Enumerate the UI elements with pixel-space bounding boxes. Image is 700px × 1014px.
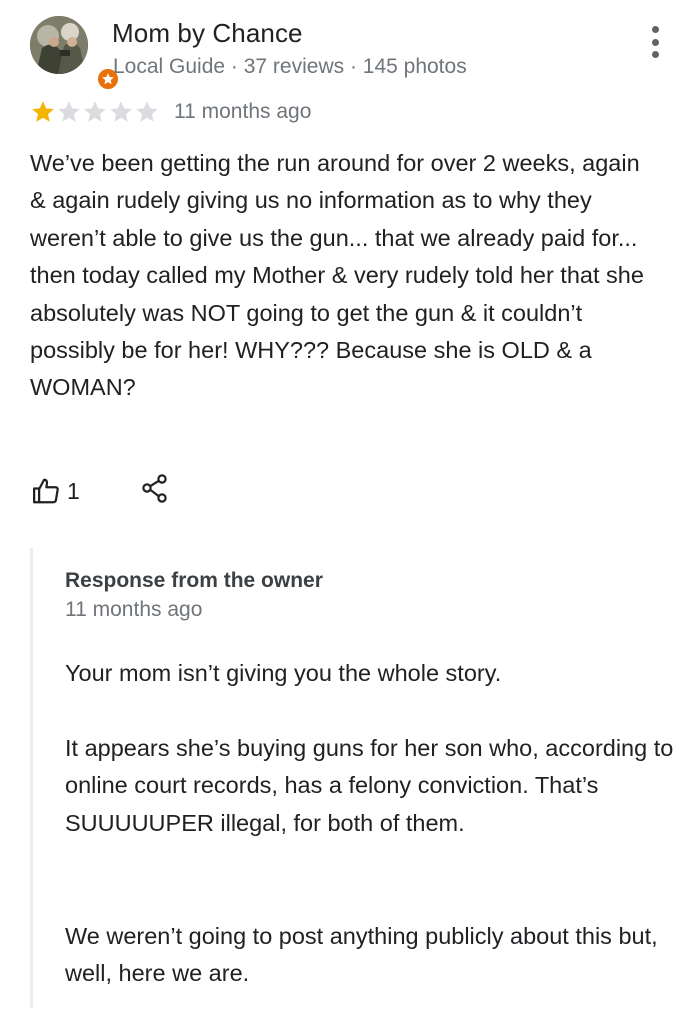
star-rating (30, 99, 160, 125)
thumb-up-icon (33, 478, 59, 504)
reviewer-name[interactable]: Mom by Chance (112, 18, 303, 49)
owner-response-date: 11 months ago (65, 598, 203, 621)
review-card: Mom by Chance Local Guide · 37 reviews ·… (0, 0, 700, 1014)
star-empty-icon (136, 101, 158, 122)
like-count: 1 (67, 477, 80, 504)
owner-response-title: Response from the owner (65, 569, 323, 592)
owner-response: Response from the owner 11 months ago Yo… (30, 548, 673, 1008)
avatar-photo (30, 16, 88, 74)
owner-response-paragraph: It appears she’s buying guns for her son… (65, 735, 674, 836)
like-button[interactable]: 1 (31, 474, 80, 508)
review-date: 11 months ago (174, 100, 312, 123)
owner-response-paragraph: We weren’t going to post anything public… (65, 923, 658, 987)
reviewer-avatar[interactable] (30, 16, 120, 91)
star-filled-icon (32, 101, 54, 122)
share-icon (142, 474, 167, 503)
star-empty-icon (58, 101, 80, 122)
star-empty-icon (84, 101, 106, 122)
more-options-button[interactable] (644, 24, 666, 60)
star-empty-icon (110, 101, 132, 122)
reviewer-meta: Local Guide · 37 reviews · 145 photos (113, 55, 467, 78)
more-vert-icon (651, 26, 659, 33)
share-button[interactable] (140, 471, 170, 505)
review-text: We’ve been getting the run around for ov… (30, 150, 644, 401)
owner-response-paragraph: Your mom isn’t giving you the whole stor… (65, 660, 502, 686)
